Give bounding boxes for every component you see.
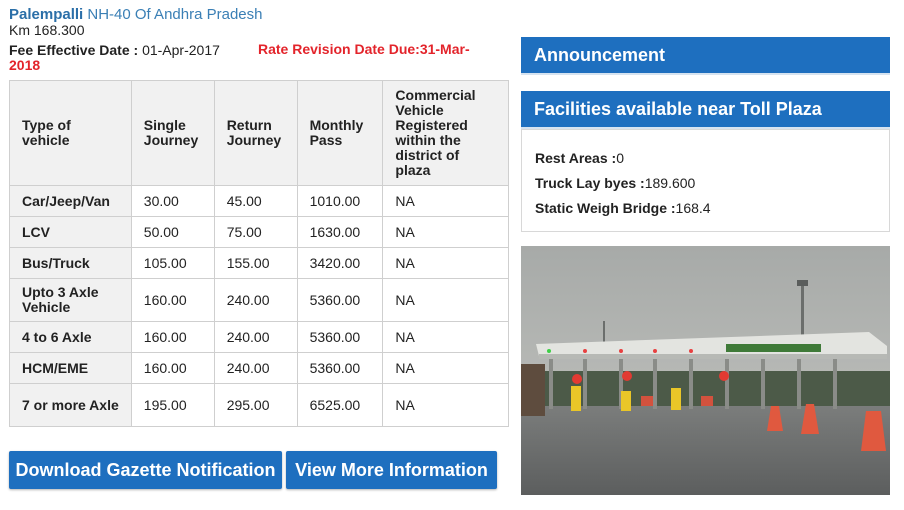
vehicle-type: 4 to 6 Axle bbox=[9, 321, 132, 353]
facility-weigh-bridge: Static Weigh Bridge :168.4 bbox=[535, 196, 876, 221]
commercial-fee: NA bbox=[382, 216, 509, 248]
return-fee: 155.00 bbox=[213, 247, 298, 279]
facility-label: Rest Areas : bbox=[535, 150, 617, 166]
announcement-header: Announcement bbox=[521, 37, 890, 75]
facility-label: Truck Lay byes : bbox=[535, 175, 645, 191]
facility-truck-lay-byes: Truck Lay byes :189.600 bbox=[535, 171, 876, 196]
plaza-highway: NH-40 Of Andhra Pradesh bbox=[87, 6, 263, 23]
table-row: LCV 50.00 75.00 1630.00 NA bbox=[9, 216, 509, 248]
vehicle-type: LCV bbox=[9, 216, 132, 248]
table-row: HCM/EME 160.00 240.00 5360.00 NA bbox=[9, 352, 509, 384]
monthly-fee: 1010.00 bbox=[296, 185, 384, 217]
facilities-header: Facilities available near Toll Plaza bbox=[521, 91, 890, 129]
single-fee: 195.00 bbox=[130, 383, 215, 427]
monthly-fee: 1630.00 bbox=[296, 216, 384, 248]
single-fee: 50.00 bbox=[130, 216, 215, 248]
vehicle-type: Upto 3 Axle Vehicle bbox=[9, 278, 132, 322]
table-row: Upto 3 Axle Vehicle 160.00 240.00 5360.0… bbox=[9, 278, 509, 322]
single-fee: 160.00 bbox=[130, 321, 215, 353]
commercial-fee: NA bbox=[382, 383, 509, 427]
return-fee: 240.00 bbox=[213, 321, 298, 353]
monthly-fee: 6525.00 bbox=[296, 383, 384, 427]
fee-effective-label: Fee Effective Date : bbox=[9, 42, 139, 58]
header-commercial-vehicle: Commercial Vehicle Registered within the… bbox=[382, 80, 509, 186]
plaza-title: Palempalli NH-40 Of Andhra Pradesh bbox=[9, 6, 262, 23]
vehicle-type: HCM/EME bbox=[9, 352, 132, 384]
single-fee: 105.00 bbox=[130, 247, 215, 279]
return-fee: 45.00 bbox=[213, 185, 298, 217]
monthly-fee: 3420.00 bbox=[296, 247, 384, 279]
facility-value: 168.4 bbox=[675, 200, 711, 216]
rate-revision-line1: Rate Revision Date Due:31-Mar- bbox=[258, 41, 470, 57]
header-monthly-pass: Monthly Pass bbox=[296, 80, 384, 186]
monthly-fee: 5360.00 bbox=[296, 321, 384, 353]
facility-value: 189.600 bbox=[644, 175, 696, 191]
plaza-km: Km 168.300 bbox=[9, 22, 85, 38]
download-gazette-button[interactable]: Download Gazette Notification bbox=[9, 451, 282, 489]
commercial-fee: NA bbox=[382, 321, 509, 353]
facilities-panel: Rest Areas :0 Truck Lay byes :189.600 St… bbox=[521, 129, 890, 232]
plaza-name: Palempalli bbox=[9, 6, 84, 23]
single-fee: 160.00 bbox=[130, 352, 215, 384]
monthly-fee: 5360.00 bbox=[296, 278, 384, 322]
header-single-journey: Single Journey bbox=[130, 80, 215, 186]
table-row: Car/Jeep/Van 30.00 45.00 1010.00 NA bbox=[9, 185, 509, 217]
fee-effective-date: 01-Apr-2017 bbox=[142, 42, 220, 58]
fee-table-header: Type of vehicle Single Journey Return Jo… bbox=[9, 80, 509, 186]
single-fee: 30.00 bbox=[130, 185, 215, 217]
toll-plaza-photo bbox=[521, 246, 890, 495]
return-fee: 240.00 bbox=[213, 352, 298, 384]
single-fee: 160.00 bbox=[130, 278, 215, 322]
facility-value: 0 bbox=[616, 150, 624, 166]
table-row: 4 to 6 Axle 160.00 240.00 5360.00 NA bbox=[9, 321, 509, 353]
fee-table: Type of vehicle Single Journey Return Jo… bbox=[9, 80, 509, 427]
return-fee: 240.00 bbox=[213, 278, 298, 322]
return-fee: 75.00 bbox=[213, 216, 298, 248]
commercial-fee: NA bbox=[382, 278, 509, 322]
vehicle-type: 7 or more Axle bbox=[9, 383, 132, 427]
header-vehicle-type: Type of vehicle bbox=[9, 80, 132, 186]
fee-effective: Fee Effective Date : 01-Apr-2017 bbox=[9, 42, 220, 58]
commercial-fee: NA bbox=[382, 352, 509, 384]
table-row: 7 or more Axle 195.00 295.00 6525.00 NA bbox=[9, 383, 509, 427]
view-more-info-button[interactable]: View More Information bbox=[286, 451, 497, 489]
return-fee: 295.00 bbox=[213, 383, 298, 427]
facility-label: Static Weigh Bridge : bbox=[535, 200, 676, 216]
monthly-fee: 5360.00 bbox=[296, 352, 384, 384]
commercial-fee: NA bbox=[382, 185, 509, 217]
toll-plaza-image bbox=[521, 246, 890, 495]
rate-revision-line2: 2018 bbox=[9, 57, 41, 73]
header-return-journey: Return Journey bbox=[213, 80, 298, 186]
commercial-fee: NA bbox=[382, 247, 509, 279]
facility-rest-areas: Rest Areas :0 bbox=[535, 146, 876, 171]
table-row: Bus/Truck 105.00 155.00 3420.00 NA bbox=[9, 247, 509, 279]
vehicle-type: Car/Jeep/Van bbox=[9, 185, 132, 217]
vehicle-type: Bus/Truck bbox=[9, 247, 132, 279]
